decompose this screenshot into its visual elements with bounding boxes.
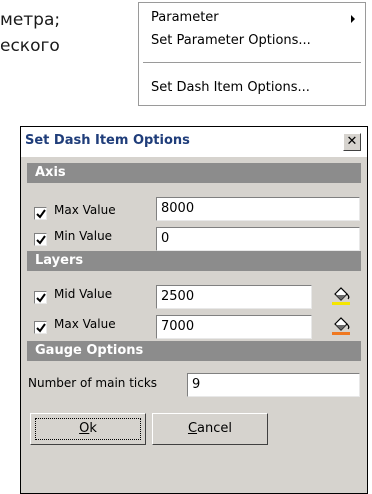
submenu-arrow-icon [351,15,355,23]
axis-max-label: Max Value [54,203,116,217]
axis-max-value-input[interactable]: 8000 [156,197,360,221]
layer-mid-value-input[interactable]: 2500 [156,285,312,309]
paint-bucket-icon [332,287,350,305]
ok-button[interactable]: Ok [30,413,146,445]
menu-item-set-dash-item-options[interactable]: Set Dash Item Options... [151,80,310,95]
layer-max-label: Max Value [54,317,116,331]
layers-section-header: Layers [27,251,361,271]
max-color-swatch [332,332,350,335]
set-dash-item-options-dialog: Set Dash Item Options ✕ Axis Max Value 8… [20,126,368,494]
cancel-button-mnemonic: C [187,421,198,436]
close-button[interactable]: ✕ [343,133,361,151]
background-text-line: метра; [0,10,61,30]
checkmark-icon [36,235,46,245]
dialog-titlebar[interactable]: Set Dash Item Options ✕ [21,127,367,157]
main-ticks-label: Number of main ticks [28,376,158,390]
axis-max-checkbox[interactable] [34,207,47,220]
layer-mid-label: Mid Value [54,287,113,301]
menu-item-set-parameter-options[interactable]: Set Parameter Options... [151,33,311,48]
max-color-picker-button[interactable] [329,315,353,337]
dialog-title: Set Dash Item Options [25,133,190,148]
paint-bucket-icon [332,317,350,335]
layer-max-checkbox[interactable] [34,321,47,334]
background-text-line: еского [0,36,60,56]
layer-max-value-input[interactable]: 7000 [156,315,312,339]
menu-separator [143,62,361,64]
axis-min-value-input[interactable]: 0 [156,227,360,251]
gauge-options-section-header: Gauge Options [27,341,361,361]
cancel-button[interactable]: Cancel [152,413,268,445]
context-menu: Parameter Set Parameter Options... Set D… [138,2,366,106]
checkmark-icon [36,323,46,333]
axis-min-label: Min Value [54,229,113,243]
close-icon: ✕ [346,134,358,149]
checkmark-icon [36,209,46,219]
cancel-button-label: ancel [197,421,233,436]
menu-item-parameter[interactable]: Parameter [151,10,219,25]
axis-section-header: Axis [27,163,361,183]
layer-mid-checkbox[interactable] [34,291,47,304]
axis-min-checkbox[interactable] [34,233,47,246]
main-ticks-input[interactable]: 9 [187,373,360,397]
focus-rectangle [35,418,141,440]
mid-color-picker-button[interactable] [329,285,353,307]
mid-color-swatch [332,302,350,305]
checkmark-icon [36,293,46,303]
